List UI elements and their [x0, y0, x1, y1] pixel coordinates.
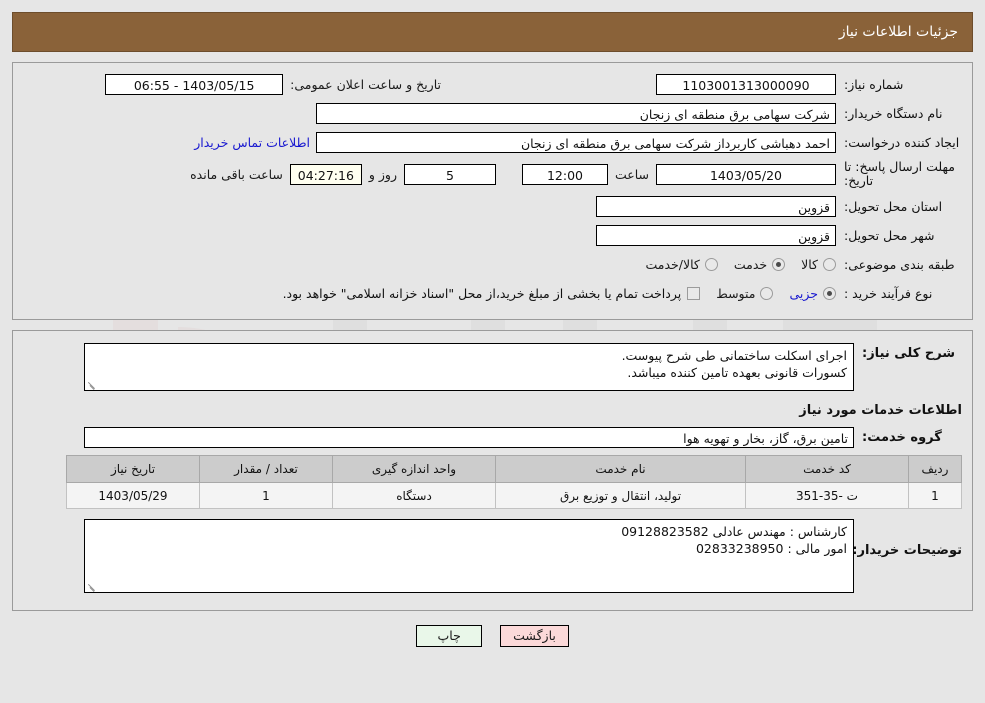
city-value: قزوین [596, 224, 836, 246]
cell-quantity: 1 [199, 482, 333, 509]
row-service-group: گروه خدمت: تامین برق، گاز، بخار و تهویه … [23, 426, 962, 448]
buyer-org-label: نام دستگاه خریدار: [844, 105, 943, 121]
service-group-value: تامین برق، گاز، بخار و تهویه هوا [84, 426, 854, 448]
radio-icon[interactable] [823, 257, 836, 271]
announce-datetime-value: 1403/05/15 - 06:55 [105, 73, 284, 95]
col-service-name: نام خدمت [495, 455, 746, 483]
category-option-kala[interactable]: کالا [801, 257, 836, 272]
purchase-option-jozii[interactable]: جزیی [789, 286, 836, 301]
description-label: شرح کلی نیاز: [862, 346, 956, 361]
city-label: شهر محل تحویل: [844, 227, 935, 243]
radio-icon[interactable] [760, 286, 774, 300]
row-purchase-type: نوع فرآیند خرید : جزیی متوسط پرداخت تمام… [23, 282, 962, 304]
need-number-label: شماره نیاز: [844, 76, 904, 92]
category-option-label: خدمت [733, 256, 768, 272]
buyer-contact-link[interactable]: اطلاعات تماس خریدار [194, 135, 310, 150]
deadline-hour-value: 12:00 [521, 163, 608, 185]
row-deadline: مهلت ارسال پاسخ: تا تاریخ: 1403/05/20 سا… [23, 160, 962, 188]
radio-icon[interactable] [704, 257, 718, 271]
need-details-panel: شرح کلی نیاز: اجرای اسکلت ساختمانی طی شر… [12, 330, 973, 611]
category-option-label: کالا/خدمت [645, 256, 700, 272]
page-header: جزئیات اطلاعات نیاز [12, 12, 973, 52]
table-row: 1 ت -35-351 تولید، انتقال و توزیع برق دس… [66, 482, 962, 509]
col-service-code: کد خدمت [745, 455, 909, 483]
buyer-notes-label: توضیحات خریدار: [852, 543, 962, 558]
need-number-value: 1103001313000090 [656, 73, 836, 95]
deadline-date-value: 1403/05/20 [656, 163, 836, 185]
resize-grip-icon[interactable] [87, 379, 97, 390]
cell-service-name: تولید، انتقال و توزیع برق [495, 482, 746, 509]
table-header-row: ردیف کد خدمت نام خدمت واحد اندازه گیری ت… [66, 455, 962, 483]
row-need-number: شماره نیاز: 1103001313000090 تاریخ و ساع… [23, 73, 962, 95]
requester-value: احمد دهباشی کاربرداز شرکت سهامی برق منطق… [316, 131, 836, 153]
category-option-label: کالا [801, 256, 818, 272]
col-unit: واحد اندازه گیری [332, 455, 496, 483]
category-option-khedmat[interactable]: خدمت [733, 256, 786, 272]
col-row-no: ردیف [908, 455, 962, 483]
purchase-option-motavaset[interactable]: متوسط [716, 285, 774, 301]
print-button[interactable]: چاپ [416, 625, 483, 647]
treasury-note: پرداخت تمام یا بخشی از مبلغ خرید،از محل … [282, 285, 682, 301]
days-label: روز و [368, 166, 397, 182]
buyer-org-value: شرکت سهامی برق منطقه ای زنجان [316, 102, 836, 124]
row-province: استان محل تحویل: قزوین [23, 195, 962, 217]
services-section-title: اطلاعات خدمات مورد نیاز [799, 403, 962, 418]
treasury-checkbox[interactable] [687, 286, 701, 300]
province-value: قزوین [596, 195, 836, 217]
radio-icon[interactable] [823, 286, 836, 300]
requester-label: ایجاد کننده درخواست: [844, 134, 960, 150]
row-buyer-notes: توضیحات خریدار: کارشناس : مهندس عادلی 09… [23, 519, 962, 593]
radio-icon[interactable] [772, 257, 786, 271]
category-option-kala-khedmat[interactable]: کالا/خدمت [645, 256, 718, 272]
cell-unit: دستگاه [332, 482, 496, 509]
category-radio-group: کالا خدمت کالا/خدمت [629, 257, 836, 272]
days-remaining-value: 5 [403, 163, 496, 185]
row-buyer-org: نام دستگاه خریدار: شرکت سهامی برق منطقه … [23, 102, 962, 124]
purchase-type-label: نوع فرآیند خرید : [844, 285, 933, 301]
row-requester: ایجاد کننده درخواست: احمد دهباشی کاربردا… [23, 131, 962, 153]
resize-grip-icon[interactable] [87, 581, 97, 592]
announce-datetime-label: تاریخ و ساعت اعلان عمومی: [290, 76, 441, 92]
cell-service-code: ت -35-351 [745, 482, 909, 509]
buyer-notes-textarea[interactable]: کارشناس : مهندس عادلی 09128823582 امور م… [84, 519, 854, 593]
row-category: طبقه بندی موضوعی: کالا خدمت کالا/خدمت [23, 253, 962, 275]
purchase-option-label: متوسط [716, 285, 756, 301]
col-need-date: تاریخ نیاز [66, 455, 200, 483]
need-info-panel: شماره نیاز: 1103001313000090 تاریخ و ساع… [12, 62, 973, 320]
description-textarea[interactable]: اجرای اسکلت ساختمانی طی شرح پیوست. کسورا… [84, 343, 854, 391]
row-city: شهر محل تحویل: قزوین [23, 224, 962, 246]
page-root: جزئیات اطلاعات نیاز شماره نیاز: 11030013… [0, 12, 985, 647]
purchase-radio-group: جزیی متوسط [700, 286, 836, 301]
services-table: ردیف کد خدمت نام خدمت واحد اندازه گیری ت… [66, 455, 962, 509]
row-description: شرح کلی نیاز: اجرای اسکلت ساختمانی طی شر… [23, 343, 962, 391]
deadline-label: مهلت ارسال پاسخ: تا تاریخ: [844, 159, 955, 188]
service-group-label: گروه خدمت: [862, 429, 942, 445]
back-button[interactable]: بازگشت [500, 625, 569, 647]
page-title: جزئیات اطلاعات نیاز [838, 24, 958, 40]
category-label: طبقه بندی موضوعی: [844, 256, 955, 272]
cell-need-date: 1403/05/29 [66, 482, 200, 509]
col-quantity: تعداد / مقدار [199, 455, 333, 483]
cell-row-no: 1 [908, 482, 962, 509]
countdown-timer-value: 04:27:16 [289, 163, 362, 185]
hour-label: ساعت [614, 166, 649, 182]
province-label: استان محل تحویل: [844, 198, 943, 214]
remaining-label: ساعت باقی مانده [190, 166, 283, 182]
action-button-bar: بازگشت چاپ [0, 625, 985, 647]
purchase-option-label: جزیی [789, 285, 818, 301]
